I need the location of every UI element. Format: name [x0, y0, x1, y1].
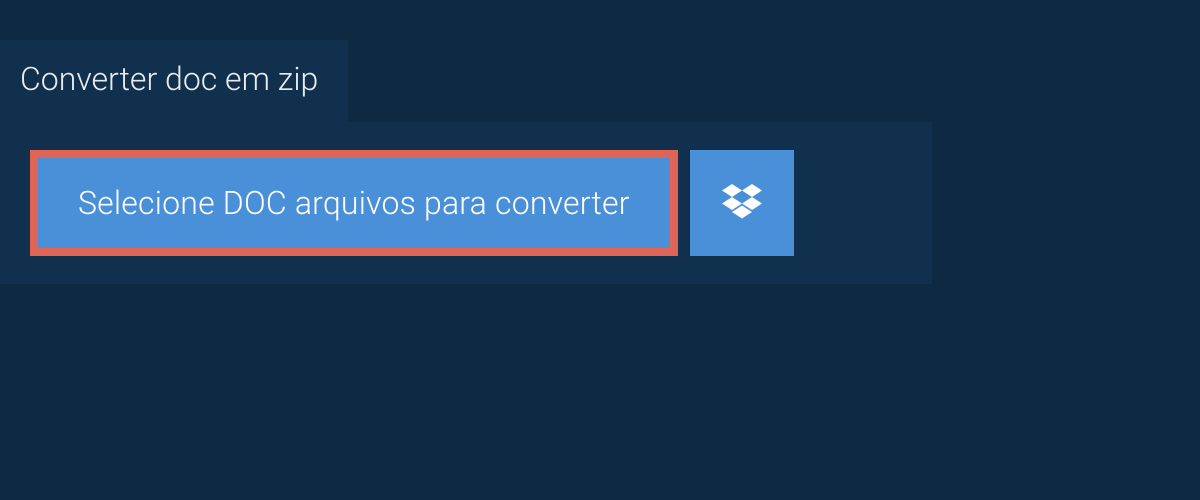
- select-files-label: Selecione DOC arquivos para converter: [78, 184, 630, 222]
- page-title: Converter doc em zip: [20, 60, 318, 98]
- upload-panel: Selecione DOC arquivos para converter: [0, 122, 932, 284]
- select-files-button[interactable]: Selecione DOC arquivos para converter: [30, 150, 678, 256]
- dropbox-button[interactable]: [690, 150, 794, 256]
- page-title-tab: Converter doc em zip: [0, 40, 348, 122]
- dropbox-icon: [722, 184, 762, 222]
- button-row: Selecione DOC arquivos para converter: [30, 150, 902, 256]
